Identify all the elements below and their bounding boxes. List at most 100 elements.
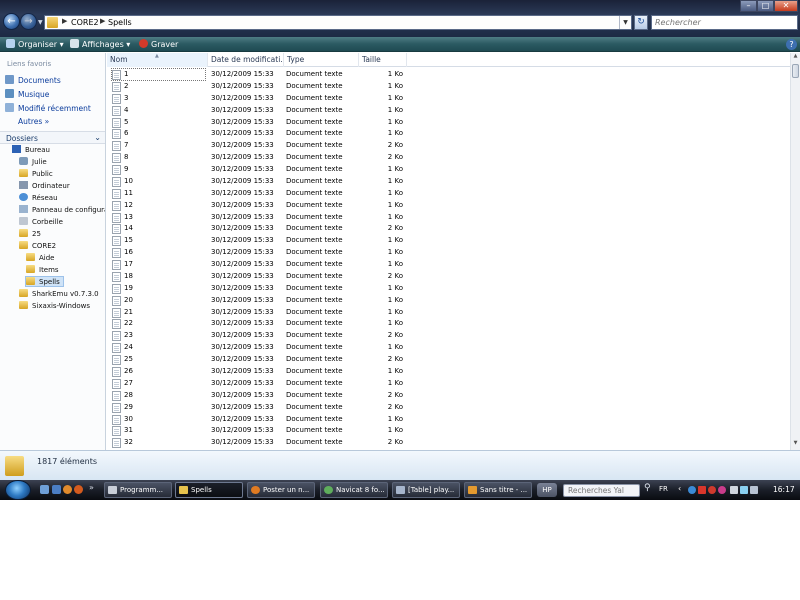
firefox-icon[interactable] [63,485,72,494]
tray-expand-icon[interactable]: ‹ [678,484,681,493]
file-name-cell[interactable]: 9 [112,164,205,176]
file-name-cell[interactable]: 31 [112,425,205,437]
tree-item-julie[interactable]: Julie [19,157,47,168]
taskbar-button-navicat[interactable]: Navicat 8 fo... [320,482,388,498]
chevron-down-icon[interactable]: ⌄ [94,133,101,142]
table-row[interactable]: 18 30/12/2009 15:33 Document texte 2 Ko [107,271,790,283]
file-name-cell[interactable]: 27 [112,378,205,389]
tree-item-bureau[interactable]: Bureau [12,145,50,156]
table-row[interactable]: 15 30/12/2009 15:33 Document texte 1 Ko [107,235,790,247]
help-icon[interactable]: ? [786,39,797,50]
table-row[interactable]: 9 30/12/2009 15:33 Document texte 1 Ko [107,164,790,176]
taskbar-button-spells[interactable]: Spells [175,482,243,498]
file-name-cell[interactable]: 26 [112,366,205,377]
column-header-size[interactable]: Taille [359,53,407,67]
scroll-down-icon[interactable]: ▼ [791,440,800,450]
start-button[interactable] [5,480,31,500]
refresh-button[interactable]: ↻ [634,15,648,30]
file-name-cell[interactable]: 30 [112,414,205,425]
quick-launch-more-icon[interactable]: » [89,483,94,492]
clock[interactable]: 16:17 [773,485,795,494]
browser-icon[interactable] [74,485,83,494]
hp-icon[interactable]: HP [537,483,557,497]
tree-item-panneau[interactable]: Panneau de configura [19,205,105,216]
file-name-cell[interactable]: 19 [112,283,205,294]
bluetooth-icon[interactable] [688,486,696,494]
minimize-button[interactable]: – [740,0,757,12]
vertical-scrollbar[interactable]: ▲ ▼ [790,53,800,450]
file-name-cell[interactable]: 18 [112,271,205,282]
table-row[interactable]: 32 30/12/2009 15:33 Document texte 2 Ko [107,437,790,449]
switch-windows-icon[interactable] [52,485,61,494]
file-name-cell[interactable]: 1 [111,68,206,81]
power-icon[interactable] [730,486,738,494]
search-field[interactable] [651,15,798,30]
close-button[interactable]: ✕ [774,0,798,12]
language-indicator[interactable]: FR [659,485,668,493]
file-name-cell[interactable]: 29 [112,402,205,413]
taskbar-search-field[interactable] [563,484,640,497]
file-name-cell[interactable]: 20 [112,295,205,306]
file-name-cell[interactable]: 28 [112,390,205,401]
scrollbar-thumb[interactable] [792,64,799,78]
tree-item-sixaxis[interactable]: Sixaxis-Windows [19,301,90,312]
table-row[interactable]: 10 30/12/2009 15:33 Document texte 1 Ko [107,176,790,188]
tree-item-ordinateur[interactable]: Ordinateur [19,181,70,192]
taskbar-search-input[interactable] [564,485,639,496]
table-row[interactable]: 16 30/12/2009 15:33 Document texte 1 Ko [107,247,790,259]
table-row[interactable]: 19 30/12/2009 15:33 Document texte 1 Ko [107,283,790,295]
file-name-cell[interactable]: 24 [112,342,205,354]
organize-button[interactable]: Organiser ▾ [6,39,64,49]
forward-button[interactable]: → [20,13,37,30]
taskbar-button-poster[interactable]: Poster un n... [247,482,315,498]
file-name-cell[interactable]: 6 [112,128,205,140]
address-field[interactable]: ▶ CORE2 ▶ Spells ▼ [44,15,632,30]
file-name-cell[interactable]: 14 [112,223,205,235]
folders-header[interactable]: Dossiers ⌄ [0,131,105,144]
table-row[interactable]: 31 30/12/2009 15:33 Document texte 1 Ko [107,425,790,437]
network-icon[interactable] [740,486,748,494]
back-button[interactable]: ← [3,13,20,30]
column-header-type[interactable]: Type [284,53,359,67]
tree-item-spells[interactable]: Spells [25,276,64,287]
table-row[interactable]: 8 30/12/2009 15:33 Document texte 2 Ko [107,152,790,164]
search-icon[interactable]: ⚲ [644,483,651,493]
tree-item-public[interactable]: Public [19,169,53,180]
table-row[interactable]: 7 30/12/2009 15:33 Document texte 2 Ko [107,140,790,152]
scroll-up-icon[interactable]: ▲ [791,53,800,63]
file-name-cell[interactable]: 7 [112,140,205,152]
table-row[interactable]: 29 30/12/2009 15:33 Document texte 2 Ko [107,402,790,414]
burn-button[interactable]: Graver [139,39,178,49]
search-input[interactable] [652,16,797,29]
tree-item-core2[interactable]: CORE2 [19,241,56,252]
table-row[interactable]: 24 30/12/2009 15:33 Document texte 1 Ko [107,342,790,354]
file-name-cell[interactable]: 13 [112,212,205,223]
file-name-cell[interactable]: 15 [112,235,205,247]
volume-icon[interactable] [750,486,758,494]
show-desktop-icon[interactable] [40,485,49,494]
table-row[interactable]: 1 30/12/2009 15:33 Document texte 1 Ko [107,68,790,81]
file-name-cell[interactable]: 21 [112,307,205,318]
file-name-cell[interactable]: 25 [112,354,205,366]
table-row[interactable]: 21 30/12/2009 15:33 Document texte 1 Ko [107,307,790,319]
table-row[interactable]: 2 30/12/2009 15:33 Document texte 1 Ko [107,81,790,93]
breadcrumb-core2[interactable]: CORE2 [71,18,99,27]
tree-item-reseau[interactable]: Réseau [19,193,58,204]
tree-item-25[interactable]: 25 [19,229,41,240]
file-name-cell[interactable]: 11 [112,188,205,199]
table-row[interactable]: 27 30/12/2009 15:33 Document texte 1 Ko [107,378,790,390]
file-name-cell[interactable]: 5 [112,117,205,128]
table-row[interactable]: 14 30/12/2009 15:33 Document texte 2 Ko [107,223,790,235]
tree-item-corbeille[interactable]: Corbeille [19,217,63,228]
antivirus-icon[interactable] [708,486,716,494]
file-name-cell[interactable]: 23 [112,330,205,342]
table-row[interactable]: 23 30/12/2009 15:33 Document texte 2 Ko [107,330,790,342]
views-button[interactable]: Affichages ▾ [70,39,130,49]
messenger-icon[interactable] [718,486,726,494]
breadcrumb-arrow-icon[interactable]: ▶ [62,17,67,25]
table-row[interactable]: 13 30/12/2009 15:33 Document texte 1 Ko [107,212,790,224]
table-row[interactable]: 20 30/12/2009 15:33 Document texte 1 Ko [107,295,790,307]
favorite-documents[interactable]: Documents [5,75,61,85]
table-row[interactable]: 11 30/12/2009 15:33 Document texte 1 Ko [107,188,790,200]
file-name-cell[interactable]: 22 [112,318,205,330]
